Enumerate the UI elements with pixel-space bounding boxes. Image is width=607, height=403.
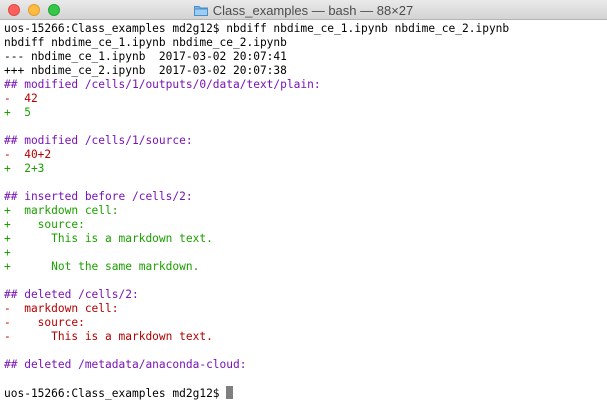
terminal-line-text: +++ nbdime_ce_2.ipynb 2017-03-02 20:07:3…	[4, 64, 287, 77]
shell-prompt: uos-15266:Class_examples md2g12$	[4, 387, 227, 400]
terminal-line-text: - This is a markdown text.	[4, 330, 213, 343]
terminal-line: + markdown cell:	[4, 204, 603, 218]
terminal-line-text: nbdiff nbdime_ce_1.ipynb nbdime_ce_2.ipy…	[4, 36, 287, 49]
terminal-line: +	[4, 246, 603, 260]
terminal-line-text: + 2+3	[4, 162, 45, 175]
terminal-line-text: - source:	[4, 316, 85, 329]
terminal-line-text: - markdown cell:	[4, 302, 119, 315]
terminal-line-text: - 40+2	[4, 148, 52, 161]
terminal-line: + 2+3	[4, 162, 603, 176]
terminal-line-text: +	[4, 246, 11, 259]
terminal-line: ## modified /cells/1/source:	[4, 134, 603, 148]
terminal-output[interactable]: uos-15266:Class_examples md2g12$ nbdiff …	[0, 20, 607, 403]
terminal-line-text: ## modified /cells/1/source:	[4, 134, 193, 147]
terminal-line: --- nbdime_ce_1.ipynb 2017-03-02 20:07:4…	[4, 50, 603, 64]
terminal-line-text: - 42	[4, 92, 38, 105]
terminal-line: ## inserted before /cells/2:	[4, 190, 603, 204]
window-title-container: Class_examples — bash — 88×27	[0, 0, 607, 20]
terminal-line: + 5	[4, 106, 603, 120]
terminal-line-text: + markdown cell:	[4, 204, 119, 217]
terminal-line-text: + Not the same markdown.	[4, 260, 200, 273]
terminal-window: Class_examples — bash — 88×27 uos-15266:…	[0, 0, 607, 403]
terminal-line-text: ## inserted before /cells/2:	[4, 190, 193, 203]
terminal-line: uos-15266:Class_examples md2g12$ nbdiff …	[4, 22, 603, 36]
terminal-line-text: --- nbdime_ce_1.ipynb 2017-03-02 20:07:4…	[4, 50, 287, 63]
shell-prompt-line: uos-15266:Class_examples md2g12$	[4, 386, 603, 400]
terminal-line-text: ## modified /cells/1/outputs/0/data/text…	[4, 78, 321, 91]
terminal-line-text: + This is a markdown text.	[4, 232, 213, 245]
terminal-line: - 42	[4, 92, 603, 106]
text-cursor	[226, 386, 234, 399]
terminal-line: nbdiff nbdime_ce_1.ipynb nbdime_ce_2.ipy…	[4, 36, 603, 50]
terminal-line-text: + source:	[4, 218, 85, 231]
terminal-line: - source:	[4, 316, 603, 330]
folder-icon	[193, 5, 208, 16]
terminal-line: + This is a markdown text.	[4, 232, 603, 246]
terminal-line: +++ nbdime_ce_2.ipynb 2017-03-02 20:07:3…	[4, 64, 603, 78]
terminal-line-text: + 5	[4, 106, 31, 119]
terminal-line: - markdown cell:	[4, 302, 603, 316]
title-bar[interactable]: Class_examples — bash — 88×27	[0, 0, 607, 20]
terminal-line: - 40+2	[4, 148, 603, 162]
window-title: Class_examples — bash — 88×27	[212, 2, 414, 18]
terminal-line: ## modified /cells/1/outputs/0/data/text…	[4, 78, 603, 92]
terminal-line: + source:	[4, 218, 603, 232]
terminal-line-text: ## deleted /metadata/anaconda-cloud:	[4, 358, 247, 371]
terminal-line-text: uos-15266:Class_examples md2g12$ nbdiff …	[4, 22, 510, 35]
terminal-line: - This is a markdown text.	[4, 330, 603, 344]
terminal-line: + Not the same markdown.	[4, 260, 603, 274]
terminal-line: ## deleted /cells/2:	[4, 288, 603, 302]
terminal-line: ## deleted /metadata/anaconda-cloud:	[4, 358, 603, 372]
terminal-line-text: ## deleted /cells/2:	[4, 288, 139, 301]
